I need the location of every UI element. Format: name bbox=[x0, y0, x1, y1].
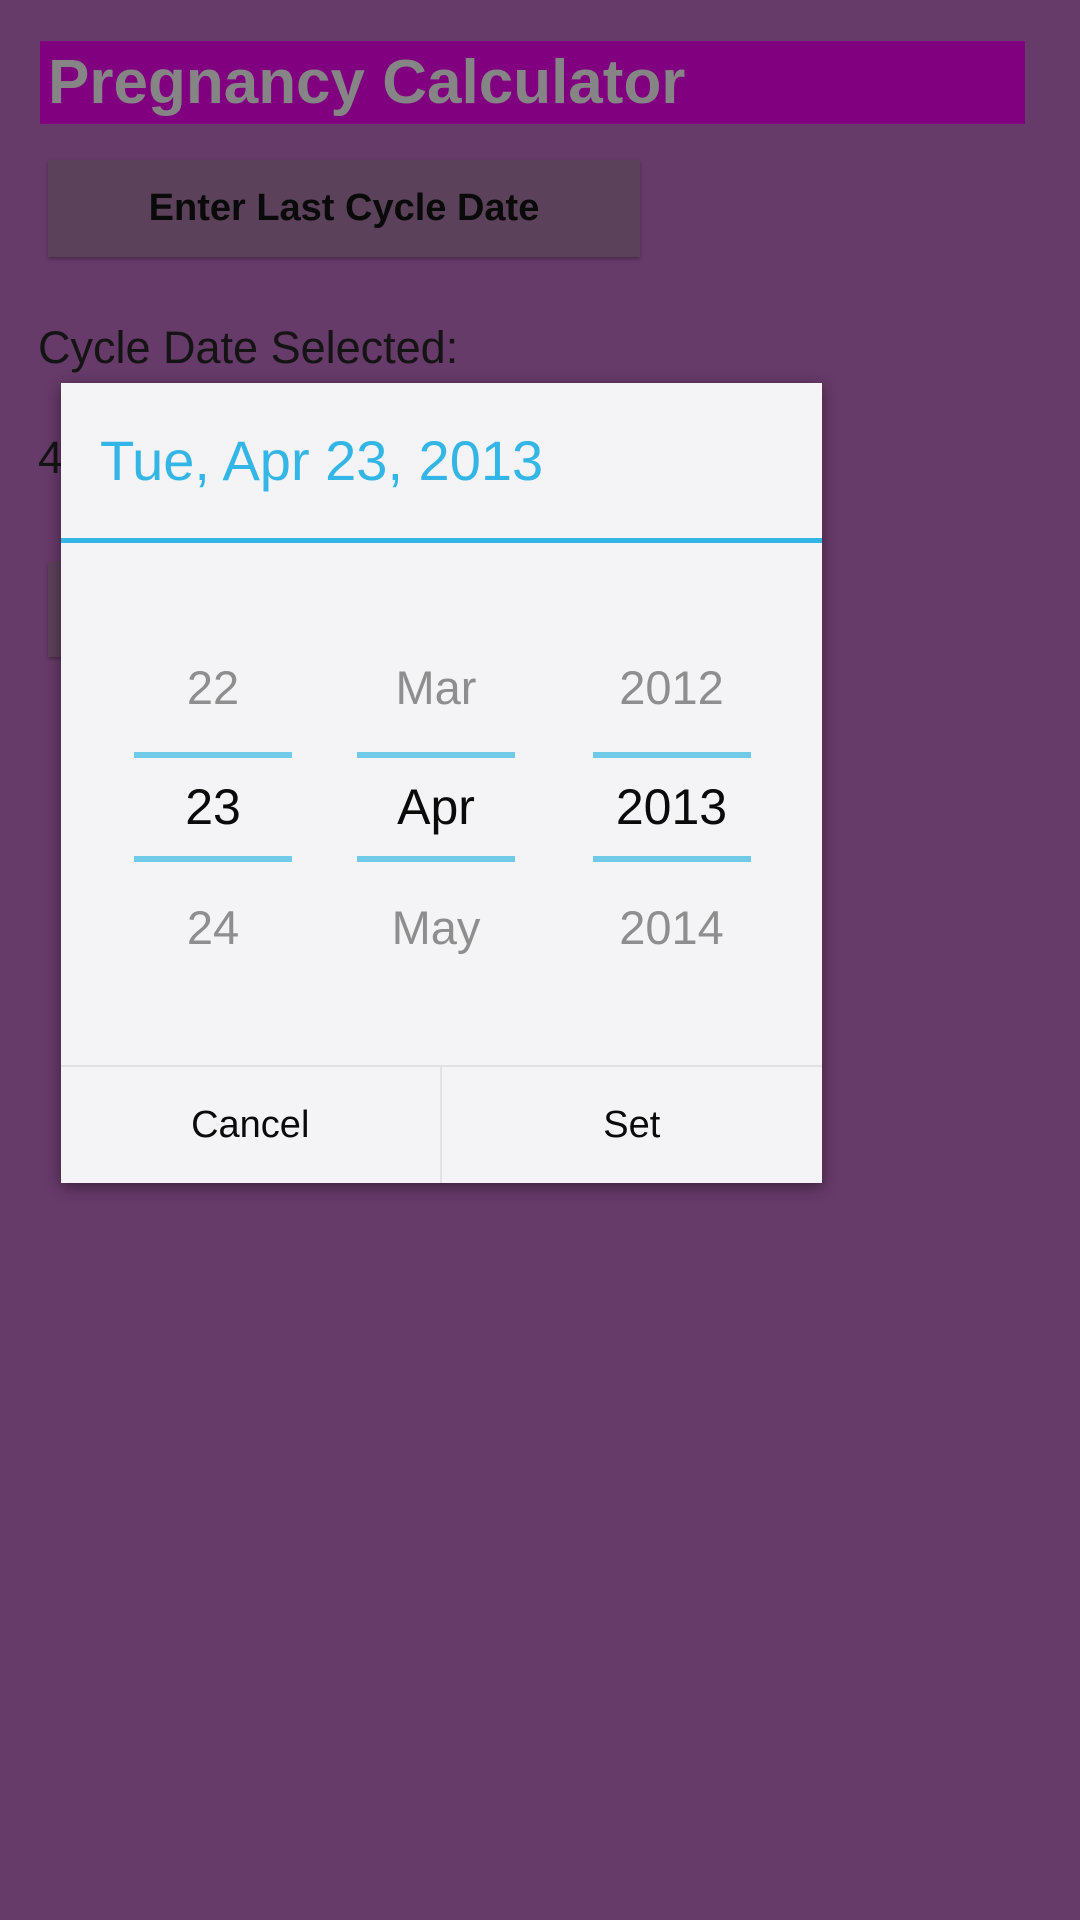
year-spinner-next-value[interactable]: 2014 bbox=[572, 878, 772, 976]
month-spinner-current-value[interactable]: Apr bbox=[349, 758, 524, 856]
day-spinner-next-value[interactable]: 24 bbox=[126, 878, 301, 976]
year-spinner-current-value[interactable]: 2013 bbox=[572, 758, 772, 856]
date-picker-header-date: Tue, Apr 23, 2013 bbox=[100, 428, 544, 492]
month-spinner-previous-value[interactable]: Mar bbox=[349, 638, 524, 736]
day-spinner-previous-value[interactable]: 22 bbox=[126, 638, 301, 736]
date-picker-header: Tue, Apr 23, 2013 bbox=[61, 383, 822, 543]
day-spinner-current-value[interactable]: 23 bbox=[126, 758, 301, 856]
cancel-button[interactable]: Cancel bbox=[61, 1067, 442, 1183]
date-picker-dialog: Tue, Apr 23, 2013 22 23 24 Mar Apr May 2… bbox=[61, 383, 822, 1183]
month-spinner[interactable]: Mar Apr May bbox=[349, 638, 524, 976]
date-picker-button-bar: Cancel Set bbox=[61, 1065, 822, 1183]
day-spinner[interactable]: 22 23 24 bbox=[126, 638, 301, 976]
year-spinner[interactable]: 2012 2013 2014 bbox=[572, 638, 772, 976]
month-spinner-next-value[interactable]: May bbox=[349, 878, 524, 976]
date-picker-spinners: 22 23 24 Mar Apr May 2012 2013 2014 bbox=[61, 543, 822, 1065]
year-spinner-previous-value[interactable]: 2012 bbox=[572, 638, 772, 736]
day-spinner-divider-bottom bbox=[134, 856, 292, 862]
year-spinner-divider-bottom bbox=[592, 856, 751, 862]
month-spinner-divider-bottom bbox=[357, 856, 515, 862]
set-button[interactable]: Set bbox=[442, 1067, 823, 1183]
